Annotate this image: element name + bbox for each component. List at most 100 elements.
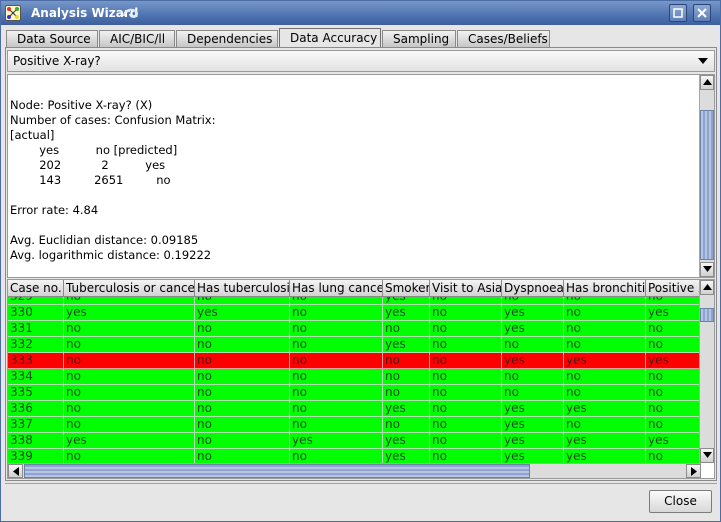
table-cell: no [290,353,383,369]
column-header[interactable]: Dyspnoea? [502,280,564,297]
table-cell: no [290,369,383,385]
table-cell: yes [383,401,430,417]
column-header[interactable]: Case no. [8,280,64,297]
table-cell: no [383,385,430,401]
table-cell: yes [383,449,430,463]
column-header[interactable]: Tuberculosis or cancer [64,280,195,297]
table-cell: yes [383,337,430,353]
table-cell: 333 [8,353,64,369]
table-cell: 330 [8,305,64,321]
table-scroll-thumb[interactable] [700,308,714,322]
close-button[interactable]: Close [649,490,712,513]
table-cell: no [564,321,646,337]
table-cell: 329 [8,297,64,305]
node-selector-dropdown[interactable]: Positive X-ray? [7,50,715,72]
table-row[interactable]: 337 no no no no no yes no no [8,417,701,433]
table-scroll-down-button[interactable] [700,448,714,463]
table-cell: no [502,297,564,305]
minimize-icon [673,8,683,18]
table-row[interactable]: 339 no no no yes no yes yes no [8,449,701,463]
table-cell: 332 [8,337,64,353]
table-cell: no [646,297,701,305]
table-cell: no [430,297,502,305]
table-cell: yes [502,417,564,433]
report-content: Node: Positive X-ray? (X) Number of case… [10,98,216,262]
table-cell: no [502,385,564,401]
table-cell: yes [564,449,646,463]
table-cell: yes [646,433,701,449]
swirl-decoration-icon [123,8,139,18]
network-icon [5,5,21,21]
table-row[interactable]: 332 no no no yes no no no no [8,337,701,353]
arrow-up-icon [703,79,712,85]
table-cell: no [564,337,646,353]
arrow-down-icon [703,266,712,272]
table-cell: 338 [8,433,64,449]
tab-cases-beliefs[interactable]: Cases/Beliefs [457,30,550,47]
table-cell: no [290,305,383,321]
table-vertical-scrollbar[interactable] [699,280,714,463]
close-icon [697,8,707,18]
table-row[interactable]: 329nononoyesnononono [8,297,701,305]
column-header[interactable]: Visit to Asia? [430,280,502,297]
table-cell: no [564,417,646,433]
table-row[interactable]: 333 no no no no no yes yes yes [8,353,701,369]
scroll-down-button[interactable] [700,262,714,277]
table-cell: no [430,449,502,463]
cases-table: Case no. Tuberculosis or cancer Has tuberc… [7,279,715,479]
column-header[interactable]: Has bronchitis [564,280,646,297]
table-cell: no [64,297,195,305]
horizontal-scroll-thumb[interactable] [24,464,530,478]
scroll-left-button[interactable] [8,464,23,478]
report-vertical-scrollbar[interactable] [699,75,714,277]
column-header[interactable]: Positive X- [646,280,701,297]
column-header[interactable]: Has lung cancer [290,280,383,297]
table-cell: 337 [8,417,64,433]
table-cell: yes [502,433,564,449]
table-cell: no [290,417,383,433]
tab-data-source[interactable]: Data Source [6,30,98,47]
table-cell: yes [564,401,646,417]
table-scroll-up-button[interactable] [700,280,714,295]
tab-aic-bic-ll[interactable]: AIC/BIC/ll [99,30,175,47]
column-header[interactable]: Has tuberculosis [195,280,290,297]
table-cell: no [430,433,502,449]
table-cell: no [64,385,195,401]
table-row[interactable]: 338 yes no yes yes no yes yes yes [8,433,701,449]
scroll-up-button[interactable] [700,75,714,90]
table-cell: no [502,369,564,385]
tab-dependencies[interactable]: Dependencies [176,30,278,47]
table-body: 329nononoyesnononono330yesyesnoyesnoyesn… [8,297,701,463]
tab-sampling[interactable]: Sampling [382,30,456,47]
table-cell: no [290,449,383,463]
footer-separator [5,483,717,484]
analysis-wizard-window: Analysis Wizard Data Source AIC/BIC/ll D… [0,0,721,522]
table-row[interactable]: 336 no no no yes no yes yes no [8,401,701,417]
minimize-button[interactable] [669,4,687,22]
table-horizontal-scrollbar[interactable] [8,463,701,478]
table-cell: no [64,449,195,463]
accuracy-report-text[interactable]: Node: Positive X-ray? (X) Number of case… [7,74,715,278]
column-header[interactable]: Smoker? [383,280,430,297]
tab-data-accuracy[interactable]: Data Accuracy [279,28,381,47]
table-row[interactable]: 331 no no no no no yes no no [8,321,701,337]
table-cell: no [564,369,646,385]
table-cell: no [290,337,383,353]
table-row[interactable]: 335 no no no no no no no no [8,385,701,401]
table-row[interactable]: 330 yes yes no yes no yes no yes [8,305,701,321]
scroll-right-button[interactable] [686,464,701,478]
table-cell: no [646,321,701,337]
table-cell: yes [646,305,701,321]
table-cell: no [195,353,290,369]
table-header: Case no. Tuberculosis or cancer Has tuberc… [8,280,701,297]
scroll-thumb[interactable] [700,110,714,260]
close-window-button[interactable] [693,4,711,22]
table-cell: yes [195,305,290,321]
chevron-down-icon [698,58,708,64]
table-cell: no [64,401,195,417]
table-row[interactable]: 334 no no no no no no no no [8,369,701,385]
table-cell: yes [383,297,430,305]
table-cell: no [564,385,646,401]
title-bar[interactable]: Analysis Wizard [1,1,720,25]
table-cell: no [430,369,502,385]
